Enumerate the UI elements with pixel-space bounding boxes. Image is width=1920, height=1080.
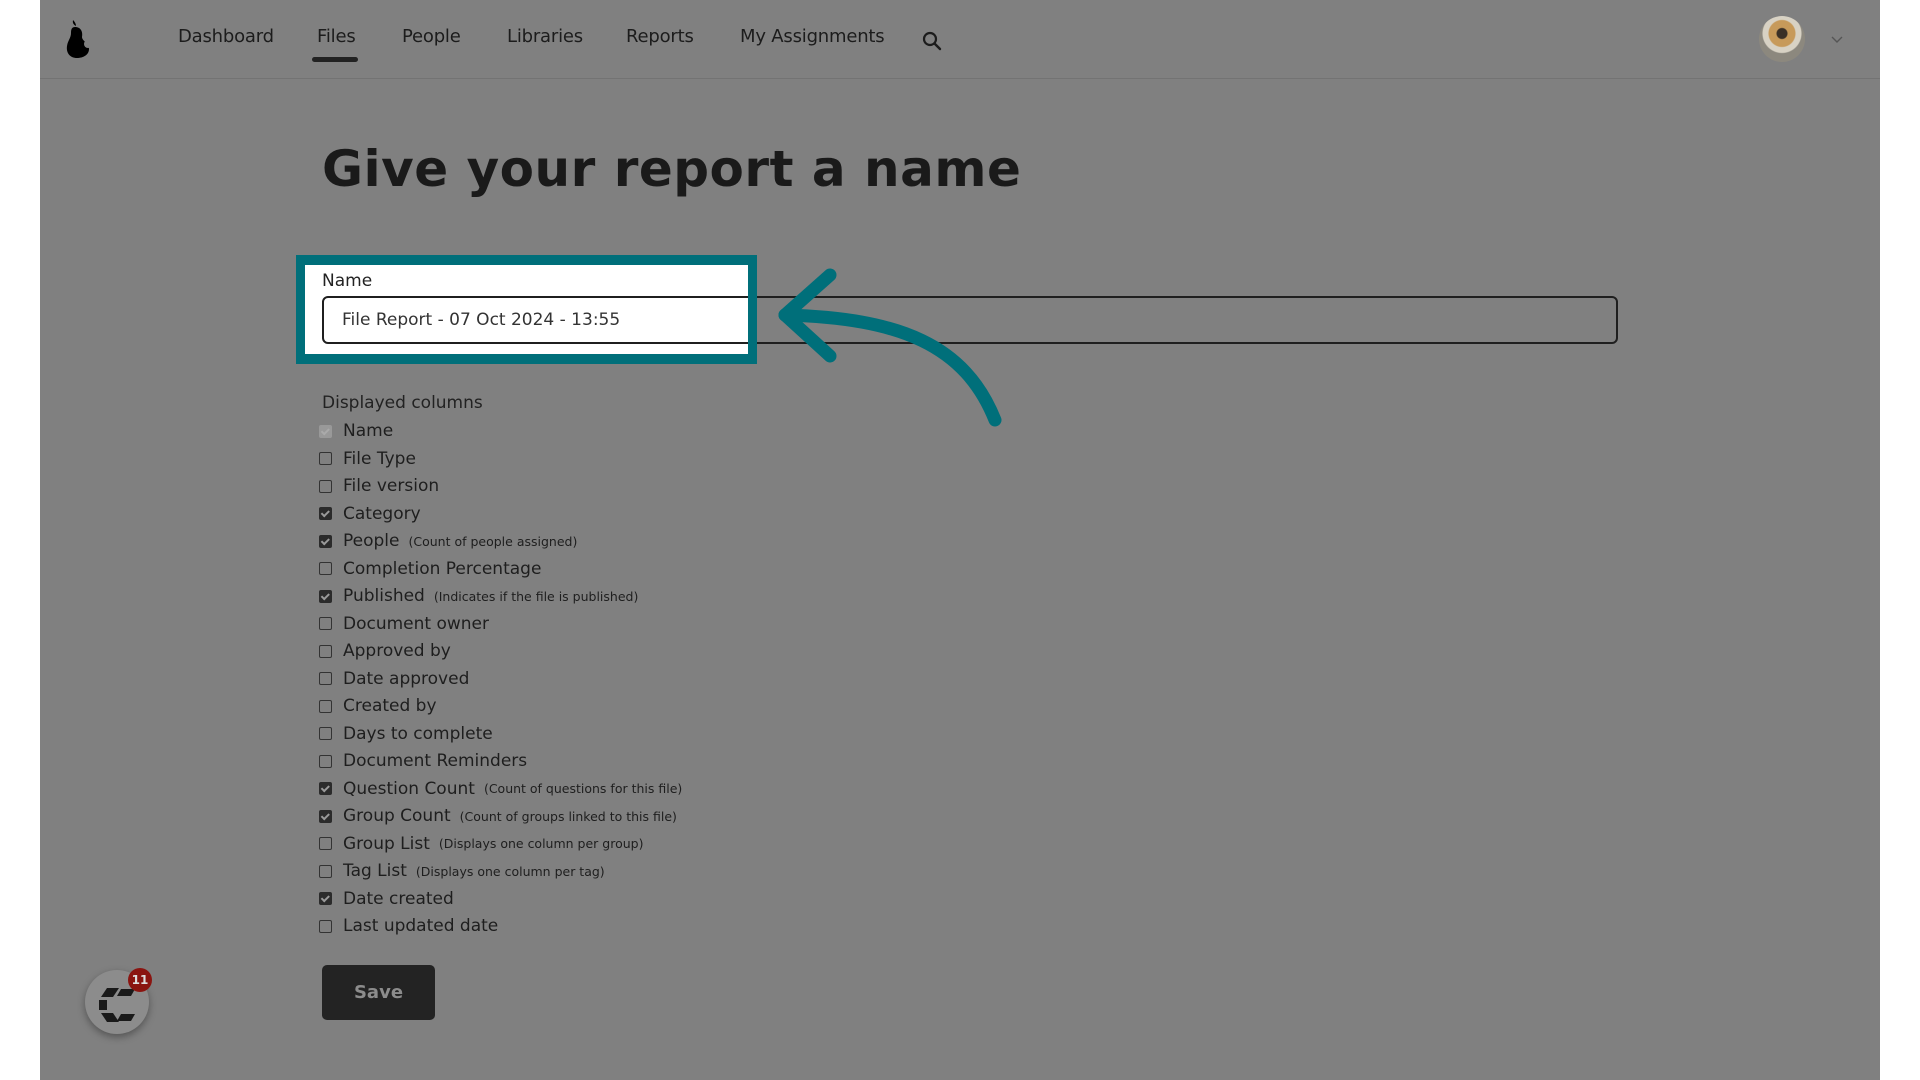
save-button[interactable]: Save: [322, 965, 435, 1020]
column-option-days-to-complete[interactable]: Days to complete: [319, 722, 493, 746]
highlighted-input-region: [322, 296, 748, 344]
checkbox-unchecked[interactable]: [319, 919, 332, 933]
column-option-created-by[interactable]: Created by: [319, 694, 437, 718]
column-label: Approved by: [343, 641, 451, 661]
active-tab-indicator: [312, 57, 358, 62]
column-option-document-reminders[interactable]: Document Reminders: [319, 749, 527, 773]
nav-reports[interactable]: Reports: [626, 26, 694, 47]
search-icon[interactable]: [921, 30, 943, 52]
column-label: Question Count: [343, 778, 475, 799]
column-label: Published: [343, 586, 425, 606]
checkbox-checked[interactable]: [319, 782, 332, 795]
column-option-category[interactable]: Category: [319, 502, 421, 526]
checkbox-checked[interactable]: [319, 892, 332, 905]
column-label: Days to complete: [343, 723, 493, 744]
column-option-completion-percentage[interactable]: Completion Percentage: [319, 557, 541, 581]
column-option-file-version[interactable]: File version: [319, 474, 439, 498]
checkbox-checked[interactable]: [319, 809, 332, 823]
checkbox-unchecked[interactable]: [319, 452, 332, 465]
page-overlay: Dashboard Files People Libraries Reports…: [40, 0, 1880, 1080]
column-label: Group Count: [343, 806, 451, 826]
column-option-file-type[interactable]: File Type: [319, 447, 416, 471]
column-option-approved-by[interactable]: Approved by: [319, 639, 451, 663]
nav-my-assignments[interactable]: My Assignments: [740, 26, 885, 47]
pear-logo-icon[interactable]: [62, 18, 94, 60]
nav-dashboard[interactable]: Dashboard: [178, 26, 274, 47]
column-option-last-updated-date[interactable]: Last updated date: [319, 914, 498, 938]
notification-badge: 11: [128, 968, 152, 992]
column-hint: (Displays one column per group): [438, 836, 644, 851]
column-option-name: Name: [319, 419, 393, 443]
checkbox-checked[interactable]: [319, 589, 332, 603]
column-hint: (Displays one column per tag): [415, 863, 605, 879]
chevron-down-icon[interactable]: [1831, 33, 1843, 45]
column-label: File version: [343, 476, 440, 496]
checkbox-checked: [319, 424, 332, 438]
checkbox-unchecked[interactable]: [319, 699, 332, 713]
column-hint: (Count of people assigned): [408, 533, 578, 549]
column-option-group-count[interactable]: Group Count (Count of groups linked to th…: [319, 804, 677, 828]
column-option-document-owner[interactable]: Document owner: [319, 612, 489, 636]
top-nav: Dashboard Files People Libraries Reports…: [40, 0, 1880, 79]
nav-libraries[interactable]: Libraries: [507, 26, 583, 47]
column-label: Completion Percentage: [343, 558, 542, 579]
column-option-published[interactable]: Published (Indicates if the file is publi…: [319, 584, 638, 608]
column-option-group-list[interactable]: Group List (Displays one column per group…: [319, 832, 643, 856]
checkbox-unchecked[interactable]: [319, 672, 332, 685]
column-option-date-created[interactable]: Date created: [319, 887, 454, 911]
column-option-people[interactable]: People (Count of people assigned): [319, 529, 577, 553]
report-name-input-highlighted[interactable]: [322, 296, 748, 344]
column-hint: (Count of groups linked to this file): [459, 808, 677, 824]
nav-people[interactable]: People: [402, 26, 461, 47]
column-label: Name: [343, 421, 394, 441]
checkbox-unchecked[interactable]: [319, 479, 332, 493]
checkbox-unchecked[interactable]: [319, 644, 332, 658]
page-title: Give your report a name: [322, 140, 1022, 198]
checkbox-unchecked[interactable]: [319, 727, 332, 740]
checkbox-checked[interactable]: [319, 534, 332, 548]
checkbox-unchecked[interactable]: [319, 617, 332, 630]
column-option-tag-list[interactable]: Tag List (Displays one column per tag): [319, 859, 605, 883]
checkbox-unchecked[interactable]: [319, 562, 332, 575]
column-option-question-count[interactable]: Question Count (Count of questions for th…: [319, 777, 682, 801]
column-label: Created by: [343, 696, 437, 716]
column-hint: (Count of questions for this file): [483, 781, 683, 796]
column-label: Last updated date: [343, 916, 499, 936]
checkbox-unchecked[interactable]: [319, 754, 332, 768]
column-label: Tag List: [343, 861, 407, 881]
column-label: Group List: [343, 833, 430, 854]
checkbox-unchecked[interactable]: [319, 864, 332, 878]
user-avatar[interactable]: [1759, 16, 1805, 62]
displayed-columns-label: Displayed columns: [322, 393, 483, 413]
column-option-date-approved[interactable]: Date approved: [319, 667, 469, 691]
column-label: People: [343, 531, 400, 551]
column-label: Category: [343, 503, 421, 524]
checkbox-checked[interactable]: [319, 507, 332, 520]
column-label: Date approved: [343, 668, 470, 689]
checkbox-unchecked[interactable]: [319, 837, 332, 850]
column-label: Document owner: [343, 613, 490, 634]
column-label: Date created: [343, 888, 454, 909]
nav-files[interactable]: Files: [317, 26, 356, 47]
column-label: Document Reminders: [343, 751, 528, 771]
name-field-label: Name: [322, 271, 373, 291]
column-label: File Type: [343, 448, 416, 469]
column-hint: (Indicates if the file is published): [433, 588, 639, 604]
